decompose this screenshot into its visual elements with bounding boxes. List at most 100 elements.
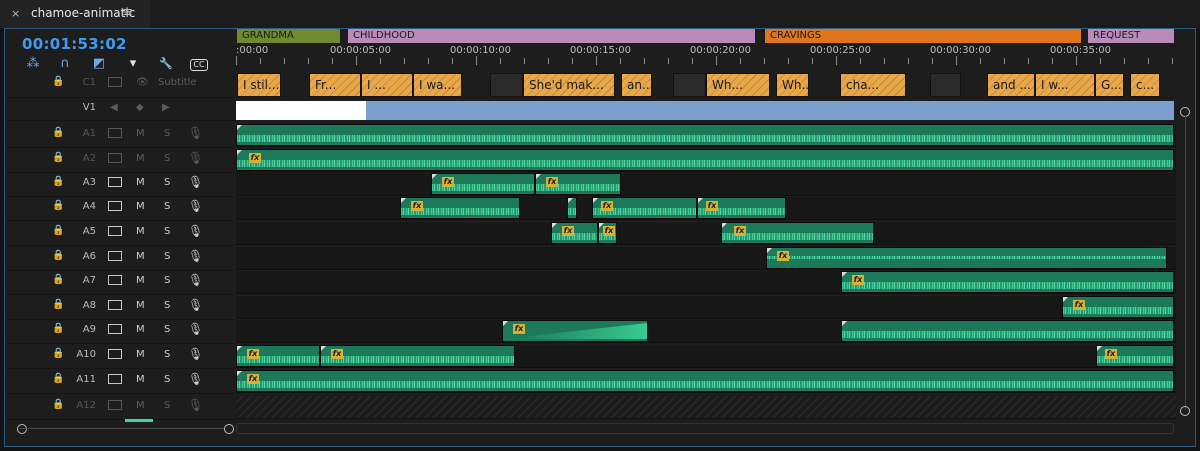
caption-clip[interactable] xyxy=(490,73,523,97)
caption-clip[interactable]: an... xyxy=(621,73,652,97)
caption-clip[interactable]: Fr... xyxy=(309,73,361,97)
audio-clip[interactable] xyxy=(841,320,1174,342)
lock-icon[interactable]: 🔒 xyxy=(52,348,64,359)
mute-button[interactable]: M xyxy=(136,128,145,139)
video-clip-main[interactable] xyxy=(366,101,1174,120)
solo-button[interactable]: S xyxy=(164,400,170,411)
solo-button[interactable]: S xyxy=(164,177,170,188)
mute-button[interactable]: M xyxy=(136,300,145,311)
mute-button[interactable]: M xyxy=(136,177,145,188)
mute-button[interactable]: M xyxy=(136,153,145,164)
sync-lock-icon[interactable] xyxy=(108,349,122,359)
sync-lock-icon[interactable] xyxy=(108,275,122,285)
solo-button[interactable]: S xyxy=(164,128,170,139)
marker-cravings[interactable]: CRAVINGS xyxy=(765,29,1081,43)
zoom-handle-left[interactable] xyxy=(17,424,27,434)
mute-button[interactable]: M xyxy=(136,201,145,212)
audio-clip[interactable]: fx xyxy=(400,197,520,219)
sync-lock-icon[interactable] xyxy=(108,300,122,310)
caption-clip[interactable]: c... xyxy=(1130,73,1160,97)
marker-childhood[interactable]: CHILDHOOD xyxy=(348,29,755,43)
mic-icon[interactable]: 🎙 xyxy=(188,322,203,336)
tab-sequence[interactable]: × chamoe-animatic ≡ xyxy=(0,0,150,28)
solo-button[interactable]: S xyxy=(164,300,170,311)
lock-icon[interactable]: 🔒 xyxy=(52,274,64,285)
sync-lock-icon[interactable] xyxy=(108,400,122,410)
time-ruler[interactable]: :00:00 00:00:05:00 00:00:10:00 00:00:15:… xyxy=(236,44,1176,70)
mic-icon[interactable]: 🎙 xyxy=(188,224,203,238)
mic-icon[interactable]: 🎙 xyxy=(188,151,203,165)
track-area-a5[interactable] xyxy=(236,222,1176,245)
audio-clip[interactable]: fx xyxy=(236,345,320,367)
prev-keyframe-icon[interactable]: ◀ xyxy=(110,102,118,113)
track-area-a3[interactable] xyxy=(236,173,1176,196)
zoom-handle-right[interactable] xyxy=(224,424,234,434)
playhead-timecode[interactable]: 00:01:53:02 xyxy=(22,35,127,53)
cc-icon[interactable]: CC xyxy=(190,59,208,71)
mic-icon[interactable]: 🎙 xyxy=(188,249,203,263)
solo-button[interactable]: S xyxy=(164,324,170,335)
caption-clip[interactable]: and ... xyxy=(987,73,1035,97)
audio-clip[interactable]: fx xyxy=(841,271,1174,293)
track-area-a8[interactable] xyxy=(236,296,1176,319)
caption-clip[interactable]: cha... xyxy=(840,73,906,97)
horizontal-scrollbar[interactable] xyxy=(6,421,1196,437)
audio-clip[interactable]: fx xyxy=(721,222,874,244)
lock-icon[interactable]: 🔒 xyxy=(52,373,64,384)
audio-clip[interactable]: fx xyxy=(320,345,515,367)
caption-clip[interactable]: I w... xyxy=(1035,73,1095,97)
wrench-icon[interactable]: 🔧 xyxy=(157,56,175,72)
caption-clip[interactable]: I wa... xyxy=(413,73,462,97)
audio-clip[interactable]: fx xyxy=(502,320,648,342)
vertical-scrollbar[interactable] xyxy=(1176,101,1196,421)
mute-button[interactable]: M xyxy=(136,400,145,411)
solo-button[interactable]: S xyxy=(164,251,170,262)
sync-lock-icon[interactable] xyxy=(108,374,122,384)
solo-button[interactable]: S xyxy=(164,349,170,360)
mute-button[interactable]: M xyxy=(136,226,145,237)
lock-icon[interactable]: 🔒 xyxy=(52,152,64,163)
caption-clip[interactable]: Wh... xyxy=(776,73,809,97)
solo-button[interactable]: S xyxy=(164,275,170,286)
mute-button[interactable]: M xyxy=(136,324,145,335)
mic-icon[interactable]: 🎙 xyxy=(188,347,203,361)
caption-clip[interactable]: Wh... xyxy=(706,73,770,97)
audio-clip[interactable]: fx xyxy=(431,173,535,195)
vscroll-track[interactable] xyxy=(1185,115,1186,410)
mute-button[interactable]: M xyxy=(136,349,145,360)
mute-button[interactable]: M xyxy=(136,251,145,262)
marker-icon[interactable]: ▾ xyxy=(124,56,142,72)
audio-clip[interactable]: fx xyxy=(535,173,621,195)
panel-menu-icon[interactable]: ≡ xyxy=(122,5,133,20)
audio-clip[interactable]: fx xyxy=(697,197,786,219)
caption-clip[interactable]: I stil... xyxy=(237,73,281,97)
audio-clip[interactable]: fx xyxy=(592,197,697,219)
mic-icon[interactable]: 🎙 xyxy=(188,199,203,213)
mic-icon[interactable]: 🎙 xyxy=(188,126,203,140)
mic-icon[interactable]: 🎙 xyxy=(188,298,203,312)
audio-clip[interactable] xyxy=(567,197,577,219)
lock-icon[interactable]: 🔒 xyxy=(52,127,64,138)
sync-lock-icon[interactable] xyxy=(108,153,122,163)
audio-clip[interactable]: fx xyxy=(236,370,1174,392)
caption-clip[interactable]: She'd mak... xyxy=(523,73,615,97)
zoom-track[interactable] xyxy=(20,428,228,429)
magnet-icon[interactable]: ∩ xyxy=(56,56,74,72)
audio-clip[interactable]: fx xyxy=(766,247,1167,269)
mic-icon[interactable]: 🎙 xyxy=(188,398,203,412)
sync-lock-icon[interactable] xyxy=(108,77,122,87)
sync-lock-icon[interactable] xyxy=(108,251,122,261)
mute-button[interactable]: M xyxy=(136,374,145,385)
audio-clip[interactable]: fx xyxy=(598,222,617,244)
eye-icon[interactable]: 👁 xyxy=(136,77,149,88)
caption-clip[interactable]: G... xyxy=(1095,73,1124,97)
lock-icon[interactable]: 🔒 xyxy=(52,323,64,334)
close-icon[interactable]: × xyxy=(11,7,20,20)
marker-request[interactable]: REQUEST xyxy=(1088,29,1174,43)
snap-icon[interactable]: ⁂ xyxy=(24,56,42,72)
next-keyframe-icon[interactable]: ▶ xyxy=(162,102,170,113)
mic-icon[interactable]: 🎙 xyxy=(188,175,203,189)
sync-lock-icon[interactable] xyxy=(108,177,122,187)
sync-lock-icon[interactable] xyxy=(108,128,122,138)
lock-icon[interactable]: 🔒 xyxy=(52,399,64,410)
